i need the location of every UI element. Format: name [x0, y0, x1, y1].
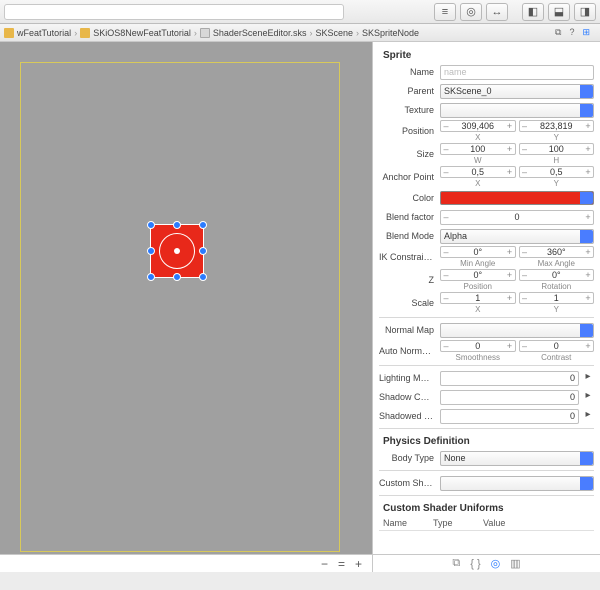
- panel-right-btn[interactable]: ◨: [574, 3, 596, 21]
- lightingmask-input[interactable]: 0: [440, 371, 579, 386]
- selected-sprite[interactable]: [150, 224, 204, 278]
- section-title: Sprite: [379, 46, 594, 63]
- scene-canvas[interactable]: [10, 52, 362, 544]
- resize-handle[interactable]: [199, 273, 207, 281]
- anchor-x-stepper[interactable]: –0,5+: [440, 166, 516, 178]
- search-input[interactable]: [4, 4, 344, 20]
- label: Anchor Point: [379, 172, 437, 182]
- resize-handle[interactable]: [173, 273, 181, 281]
- label: Normal Map: [379, 325, 437, 335]
- toolbar-btn-1[interactable]: ≡: [434, 3, 456, 21]
- crumb[interactable]: SKiOS8NewFeatTutorial: [93, 28, 191, 38]
- library-tab-1[interactable]: ⧉: [452, 557, 460, 570]
- crumb[interactable]: wFeatTutorial: [17, 28, 71, 38]
- anchor-y-stepper[interactable]: –0,5+: [519, 166, 595, 178]
- size-w-stepper[interactable]: –100+: [440, 143, 516, 155]
- uniforms-header: Name Type Value: [379, 516, 594, 531]
- help-icon[interactable]: ?: [569, 27, 574, 38]
- label: IK Constraints: [379, 252, 437, 262]
- label: Custom Shader: [379, 478, 437, 488]
- zoom-in-button[interactable]: +: [355, 557, 362, 571]
- label: Shadow Cast...: [379, 392, 437, 402]
- shadowedm-input[interactable]: 0: [440, 409, 579, 424]
- breadcrumb[interactable]: wFeatTutorial› SKiOS8NewFeatTutorial› Sh…: [0, 24, 600, 42]
- panel-left-btn[interactable]: ◧: [522, 3, 544, 21]
- name-input[interactable]: name: [440, 65, 594, 80]
- customshader-select[interactable]: [440, 476, 594, 491]
- panel-bottom-btn[interactable]: ⬓: [548, 3, 570, 21]
- ik-min-stepper[interactable]: –0°+: [440, 246, 516, 258]
- folder-icon: [80, 28, 90, 38]
- zoom-reset-button[interactable]: =: [338, 557, 345, 571]
- resize-handle[interactable]: [199, 247, 207, 255]
- shadowcast-input[interactable]: 0: [440, 390, 579, 405]
- bodytype-select[interactable]: None: [440, 451, 594, 466]
- size-h-stepper[interactable]: –100+: [519, 143, 595, 155]
- toolbar-btn-3[interactable]: ↔: [486, 3, 508, 21]
- label: Parent: [379, 86, 437, 96]
- blendmode-select[interactable]: Alpha: [440, 229, 594, 244]
- resize-handle[interactable]: [199, 221, 207, 229]
- texture-select[interactable]: [440, 103, 594, 118]
- label: Size: [379, 149, 437, 159]
- label: Name: [379, 67, 437, 77]
- label: Body Type: [379, 453, 437, 463]
- resize-handle[interactable]: [147, 221, 155, 229]
- contrast-stepper[interactable]: –0+: [519, 340, 595, 352]
- history-icon[interactable]: ⧉: [555, 27, 561, 38]
- section-title: Physics Definition: [379, 432, 594, 449]
- resize-handle[interactable]: [147, 273, 155, 281]
- scale-y-stepper[interactable]: –1+: [519, 292, 595, 304]
- resize-handle[interactable]: [147, 247, 155, 255]
- zoom-bar: − = +: [0, 554, 372, 572]
- smoothness-stepper[interactable]: –0+: [440, 340, 516, 352]
- parent-select[interactable]: SKScene_0: [440, 84, 594, 99]
- label: Color: [379, 193, 437, 203]
- library-bar: ⧉ { } ◎ ▥: [373, 554, 600, 572]
- toolbar: ≡ ◎ ↔ ◧ ⬓ ◨: [0, 0, 600, 24]
- library-tab-3[interactable]: ◎: [491, 557, 501, 570]
- scene-bounds: [20, 62, 340, 552]
- label: Blend Mode: [379, 231, 437, 241]
- normalmap-select[interactable]: [440, 323, 594, 338]
- blendfactor-stepper[interactable]: –0+: [440, 210, 594, 225]
- label: Auto Normal...: [379, 346, 437, 356]
- scale-x-stepper[interactable]: –1+: [440, 292, 516, 304]
- library-tab-2[interactable]: { }: [470, 558, 480, 570]
- label: Scale: [379, 298, 437, 308]
- inspector-tab-icon[interactable]: ⊞: [582, 27, 590, 38]
- label: Position: [379, 126, 437, 136]
- label: Shadowed M...: [379, 411, 437, 421]
- crumb[interactable]: SKSpriteNode: [362, 28, 419, 38]
- inspector-panel: Sprite Name name Parent SKScene_0 Textur…: [372, 42, 600, 572]
- folder-icon: [4, 28, 14, 38]
- label: Lighting Mask: [379, 373, 437, 383]
- label: Texture: [379, 105, 437, 115]
- position-x-stepper[interactable]: –309,406+: [440, 120, 516, 132]
- zoom-out-button[interactable]: −: [321, 557, 328, 571]
- section-title: Custom Shader Uniforms: [379, 499, 594, 516]
- crumb[interactable]: ShaderSceneEditor.sks: [213, 28, 307, 38]
- file-icon: [200, 28, 210, 38]
- color-picker[interactable]: [440, 191, 594, 205]
- z-position-stepper[interactable]: –0°+: [440, 269, 516, 281]
- crumb[interactable]: SKScene: [315, 28, 353, 38]
- position-y-stepper[interactable]: –823,819+: [519, 120, 595, 132]
- label: Z: [379, 275, 437, 285]
- library-tab-4[interactable]: ▥: [510, 557, 520, 570]
- resize-handle[interactable]: [173, 221, 181, 229]
- toolbar-btn-2[interactable]: ◎: [460, 3, 482, 21]
- label: Blend factor: [379, 212, 437, 222]
- z-rotation-stepper[interactable]: –0°+: [519, 269, 595, 281]
- ik-max-stepper[interactable]: –360°+: [519, 246, 595, 258]
